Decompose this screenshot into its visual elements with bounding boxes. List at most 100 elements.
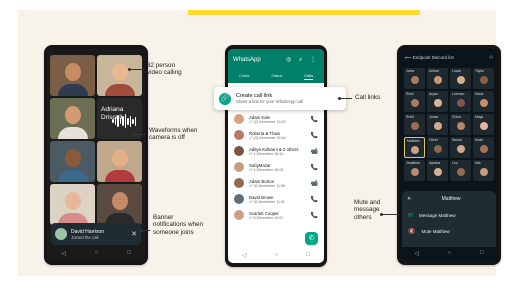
participant-tile[interactable]: Sasha: [450, 137, 471, 158]
home-icon[interactable]: ○: [275, 252, 279, 258]
video-tile[interactable]: [50, 55, 95, 96]
participant-tile[interactable]: Rishi: [404, 91, 425, 112]
call-list-item[interactable]: Aditya Kulkarni & 2 others ☍ 1 December 1…: [228, 143, 324, 159]
leader-line: [338, 97, 352, 100]
participants-title[interactable]: ⟵ Endpoint Discord list: [405, 55, 454, 61]
participant-tile[interactable]: Noah: [473, 137, 494, 158]
recents-icon[interactable]: □: [306, 252, 310, 258]
person-body: [104, 170, 135, 182]
participant-name: Joela: [406, 69, 415, 73]
avatar: [433, 168, 442, 176]
participant-tile[interactable]: Rohit: [404, 114, 425, 135]
participant-tile[interactable]: Davis: [473, 91, 494, 112]
participants-screen: ⟵ Endpoint Discord list ⚇ Joela Anhad Luca…: [400, 49, 498, 261]
avatar: [433, 122, 442, 130]
participant-tile[interactable]: Chloe: [450, 114, 471, 135]
accent-bar: [188, 10, 420, 15]
home-icon[interactable]: ○: [95, 250, 99, 256]
video-tile[interactable]: [50, 98, 95, 139]
call-type-icon[interactable]: 📞: [311, 164, 318, 171]
sheet-close-icon[interactable]: ✕: [407, 196, 411, 202]
participant-name: Lucas: [452, 69, 462, 73]
tab-chats[interactable]: Chats: [239, 73, 249, 80]
avatar: [456, 76, 465, 84]
home-icon[interactable]: ○: [448, 250, 452, 256]
back-icon[interactable]: ◁: [61, 250, 66, 257]
person-head: [64, 149, 81, 167]
video-tile[interactable]: [97, 184, 142, 225]
header-icons[interactable]: ◎ ⌕ ⋮: [286, 56, 319, 64]
call-list-item[interactable]: Scarlett Cooper ☍ 8 December 10:57 📞: [228, 207, 324, 223]
join-banner[interactable]: David Harrison Joined the call ✕: [51, 223, 141, 245]
participant-tile[interactable]: Mia: [473, 160, 494, 181]
participant-tile[interactable]: Matthew: [404, 137, 425, 158]
participant-tile[interactable]: Anhad: [427, 68, 448, 89]
call-type-icon[interactable]: 📞: [311, 212, 318, 219]
call-type-icon[interactable]: 📞: [311, 196, 318, 203]
call-type-icon[interactable]: 📞: [311, 116, 318, 123]
video-tile[interactable]: [50, 141, 95, 182]
avatar: [410, 122, 419, 130]
participant-tile[interactable]: Lorenzo: [450, 91, 471, 112]
message-participant-button[interactable]: ✉ Message Matthew: [408, 212, 456, 219]
back-icon[interactable]: ◁: [414, 250, 419, 257]
annotation-video-calling: 32 person video calling: [147, 62, 182, 77]
avatar: [456, 168, 465, 176]
annotation-waveforms: Waveforms when camera is off: [149, 127, 198, 142]
back-icon[interactable]: ◁: [242, 252, 247, 259]
participant-tile[interactable]: Oliver: [427, 137, 448, 158]
participant-name: Aryan: [429, 92, 438, 96]
participant-name: Chloe: [452, 115, 461, 119]
avatar: [410, 76, 419, 84]
tab-status[interactable]: Status: [271, 73, 282, 80]
recents-icon[interactable]: □: [127, 250, 131, 256]
participant-tile[interactable]: Jonas: [427, 114, 448, 135]
recents-icon[interactable]: □: [480, 250, 484, 256]
participant-tile[interactable]: Aryan: [427, 91, 448, 112]
participant-name: Leo: [452, 161, 458, 165]
participant-tile[interactable]: Jonathan: [404, 160, 425, 181]
participant-name: Maya: [475, 115, 484, 119]
call-list-item[interactable]: SubyMazar ☍ 1 December 18:28 📞: [228, 159, 324, 175]
call-time: ☍ (3) December 09:44: [249, 135, 286, 140]
avatar: [410, 146, 419, 154]
avatar: [234, 130, 244, 140]
avatar: [479, 122, 488, 130]
call-list-item[interactable]: David Brown ☍ 30 November 11:51 📞: [228, 191, 324, 207]
video-tile[interactable]: [97, 55, 142, 96]
participant-tile[interactable]: Leo: [450, 160, 471, 181]
participant-tile[interactable]: Lucas: [450, 68, 471, 89]
person-head: [64, 192, 81, 210]
sheet-title: Matthew: [441, 196, 461, 202]
call-list: Adam Kale ☍ (2) December 10:32 📞 Roberta & …: [228, 111, 324, 223]
call-time: ☍ 8 December 10:57: [249, 215, 284, 220]
avatar: [433, 145, 442, 153]
video-tile[interactable]: [97, 141, 142, 182]
call-list-item[interactable]: Roberta & Thais ☍ (3) December 09:44 📞: [228, 127, 324, 143]
avatar: [410, 168, 419, 176]
tab-calls[interactable]: Calls: [304, 73, 314, 80]
person-head: [111, 149, 128, 167]
mute-participant-button[interactable]: 🔇 Mute Matthew: [408, 228, 450, 235]
call-list-item[interactable]: Adam Burton ☍ 30 November 11:55 📹: [228, 175, 324, 191]
call-time: ☍ 30 November 11:55: [249, 183, 285, 188]
close-icon[interactable]: ✕: [131, 230, 137, 238]
add-person-icon[interactable]: ⚇: [489, 55, 493, 61]
person-head: [111, 192, 128, 210]
participant-tile[interactable]: Ayesha: [427, 160, 448, 181]
call-type-icon[interactable]: 📹: [311, 180, 318, 187]
call-list-item[interactable]: Adam Kale ☍ (2) December 10:32 📞: [228, 111, 324, 127]
person-head: [64, 63, 81, 81]
participant-name: Rohit: [406, 115, 414, 119]
create-call-link-card[interactable]: 🔗 Create call link Share a link for your…: [214, 87, 346, 110]
avatar: [433, 99, 442, 107]
participant-tile[interactable]: Maya: [473, 114, 494, 135]
avatar: [456, 99, 465, 107]
tab-bar: Chats Status Calls: [228, 73, 324, 80]
participant-tile[interactable]: Joela: [404, 68, 425, 89]
participant-tile[interactable]: Taylor: [473, 68, 494, 89]
call-type-icon[interactable]: 📞: [311, 132, 318, 139]
call-type-icon[interactable]: 📹: [311, 148, 318, 155]
video-tile[interactable]: [50, 184, 95, 225]
new-call-button[interactable]: ✆: [305, 232, 318, 245]
